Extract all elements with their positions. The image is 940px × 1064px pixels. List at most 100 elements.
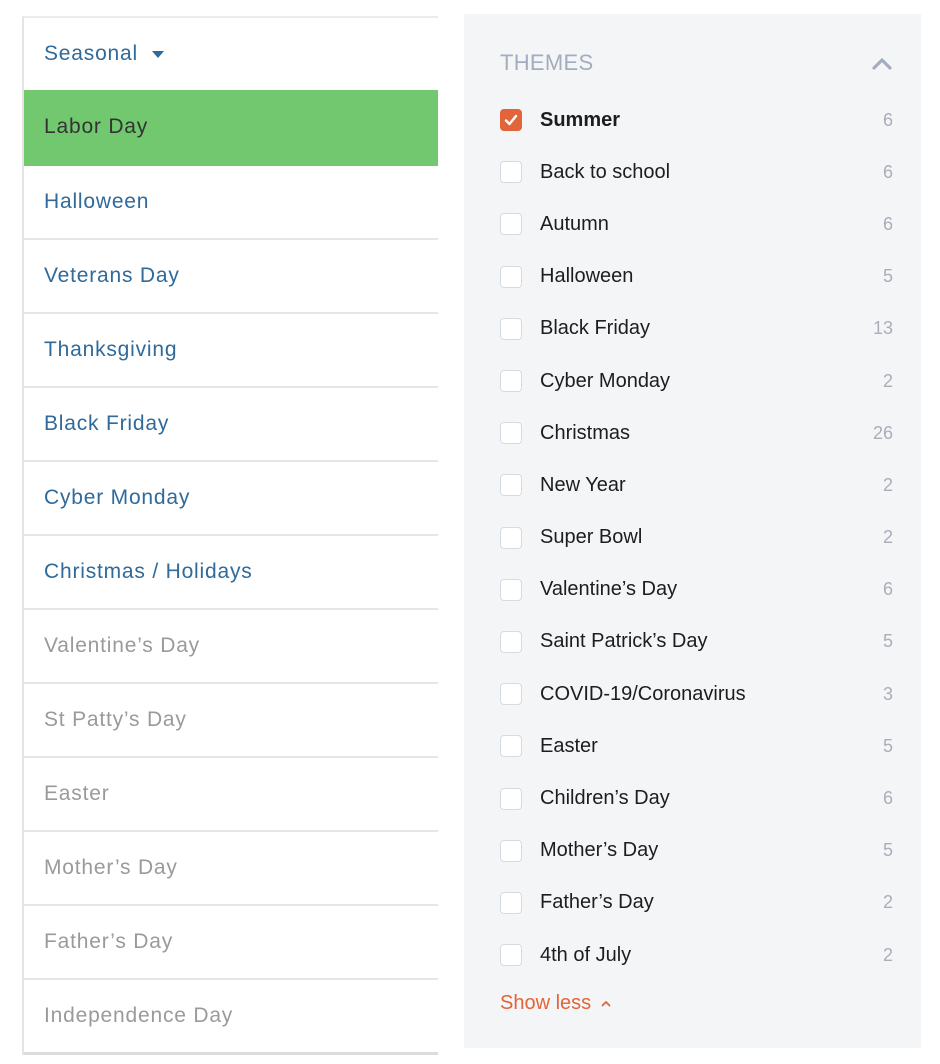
theme-checkbox[interactable] (500, 317, 522, 340)
themes-title: THEMES (500, 50, 594, 75)
show-less-button[interactable]: Show less (500, 992, 611, 1015)
theme-checkbox[interactable] (500, 891, 522, 914)
nav-item-label: St Patty’s Day (44, 708, 187, 731)
theme-option[interactable]: COVID-19/Coronavirus 3 (500, 668, 893, 720)
theme-option[interactable]: Christmas 26 (500, 407, 893, 459)
nav-item[interactable]: Independence Day (24, 980, 438, 1055)
theme-checkbox[interactable] (500, 265, 522, 288)
seasonal-nav: Seasonal Labor Day Halloween Veterans Day T… (22, 16, 438, 1055)
nav-item[interactable]: Father’s Day (24, 906, 438, 980)
theme-option[interactable]: New Year 2 (500, 459, 893, 511)
nav-item-label: Black Friday (44, 412, 170, 435)
caret-down-icon (151, 50, 164, 58)
theme-label: Halloween (540, 265, 634, 288)
theme-label: COVID-19/Coronavirus (540, 682, 746, 705)
theme-option[interactable]: Cyber Monday 2 (500, 355, 893, 407)
theme-count: 6 (882, 213, 893, 234)
nav-item[interactable]: Easter (24, 758, 438, 832)
theme-label: 4th of July (540, 943, 632, 966)
theme-checkbox[interactable] (500, 735, 522, 758)
theme-checkbox[interactable] (500, 526, 522, 549)
theme-option[interactable]: Mother’s Day 5 (500, 825, 893, 877)
theme-checkbox[interactable] (500, 787, 522, 810)
theme-option[interactable]: Children’s Day 6 (500, 772, 893, 824)
theme-label: Super Bowl (540, 526, 643, 549)
theme-label: Christmas (540, 421, 631, 444)
theme-label: Saint Patrick’s Day (540, 630, 708, 653)
theme-count: 5 (882, 631, 893, 652)
nav-item-label: Mother’s Day (44, 856, 178, 879)
theme-checkbox[interactable] (500, 630, 522, 653)
theme-checkbox[interactable] (500, 213, 522, 236)
theme-label: Easter (540, 734, 598, 757)
theme-checkbox[interactable] (500, 474, 522, 497)
theme-label: Autumn (540, 212, 609, 235)
theme-count: 6 (882, 788, 893, 809)
theme-option[interactable]: Summer 6 (500, 94, 893, 146)
nav-item-label: Valentine’s Day (44, 634, 200, 657)
theme-label: Summer (540, 108, 621, 131)
theme-count: 6 (882, 161, 893, 182)
themes-filter-panel: THEMES Summer 6 Back to school 6 Autumn 6 Hall… (464, 14, 921, 1048)
theme-option[interactable]: Back to school 6 (500, 146, 893, 198)
theme-label: Children’s Day (540, 787, 670, 810)
seasonal-dropdown-label: Seasonal (44, 42, 138, 65)
theme-option[interactable]: Father’s Day 2 (500, 877, 893, 929)
theme-checkbox[interactable] (500, 839, 522, 862)
theme-count: 3 (882, 683, 893, 704)
theme-option[interactable]: Super Bowl 2 (500, 512, 893, 564)
theme-count: 2 (882, 527, 893, 548)
seasonal-dropdown[interactable]: Seasonal (24, 18, 438, 90)
theme-option[interactable]: Autumn 6 (500, 198, 893, 250)
theme-checkbox[interactable] (500, 944, 522, 967)
theme-count: 5 (882, 735, 893, 756)
themes-header: THEMES (500, 50, 893, 76)
chevron-up-small-icon (601, 1001, 611, 1007)
nav-item[interactable]: St Patty’s Day (24, 684, 438, 758)
theme-checkbox[interactable] (500, 109, 522, 132)
theme-label: Cyber Monday (540, 369, 671, 392)
nav-item[interactable]: Halloween (24, 166, 438, 240)
nav-item[interactable]: Valentine’s Day (24, 610, 438, 684)
theme-count: 5 (882, 266, 893, 287)
nav-item[interactable]: Cyber Monday (24, 462, 438, 536)
nav-item[interactable]: Mother’s Day (24, 832, 438, 906)
theme-option[interactable]: Saint Patrick’s Day 5 (500, 616, 893, 668)
theme-option[interactable]: 4th of July 2 (500, 929, 893, 981)
theme-count: 2 (882, 474, 893, 495)
chevron-up-icon[interactable] (871, 55, 893, 71)
theme-label: Valentine’s Day (540, 578, 678, 601)
theme-label: Black Friday (540, 317, 651, 340)
theme-label: Back to school (540, 160, 671, 183)
theme-checkbox[interactable] (500, 578, 522, 601)
theme-label: Mother’s Day (540, 839, 659, 862)
nav-item-label: Veterans Day (44, 264, 180, 287)
nav-item-label: Labor Day (44, 115, 149, 138)
theme-checkbox[interactable] (500, 161, 522, 184)
theme-option[interactable]: Halloween 5 (500, 251, 893, 303)
theme-label: Father’s Day (540, 891, 654, 914)
theme-count: 13 (872, 318, 893, 339)
nav-item-label: Easter (44, 782, 110, 805)
nav-item[interactable]: Christmas / Holidays (24, 536, 438, 610)
theme-count: 6 (882, 579, 893, 600)
nav-item-label: Cyber Monday (44, 486, 191, 509)
show-less-label: Show less (500, 992, 592, 1014)
theme-checkbox[interactable] (500, 370, 522, 393)
theme-label: New Year (540, 473, 626, 496)
nav-item[interactable]: Black Friday (24, 388, 438, 462)
theme-option[interactable]: Black Friday 13 (500, 303, 893, 355)
nav-item[interactable]: Labor Day (24, 90, 438, 166)
theme-checkbox[interactable] (500, 683, 522, 706)
nav-item[interactable]: Thanksgiving (24, 314, 438, 388)
nav-item-label: Christmas / Holidays (44, 560, 253, 583)
theme-count: 6 (882, 109, 893, 130)
theme-list: Summer 6 Back to school 6 Autumn 6 Halloween 5 B… (500, 94, 893, 981)
checkmark-icon (504, 114, 518, 126)
nav-item-label: Thanksgiving (44, 338, 178, 361)
nav-item-label: Independence Day (44, 1004, 234, 1027)
theme-checkbox[interactable] (500, 422, 522, 445)
theme-option[interactable]: Valentine’s Day 6 (500, 564, 893, 616)
theme-option[interactable]: Easter 5 (500, 720, 893, 772)
nav-item[interactable]: Veterans Day (24, 240, 438, 314)
